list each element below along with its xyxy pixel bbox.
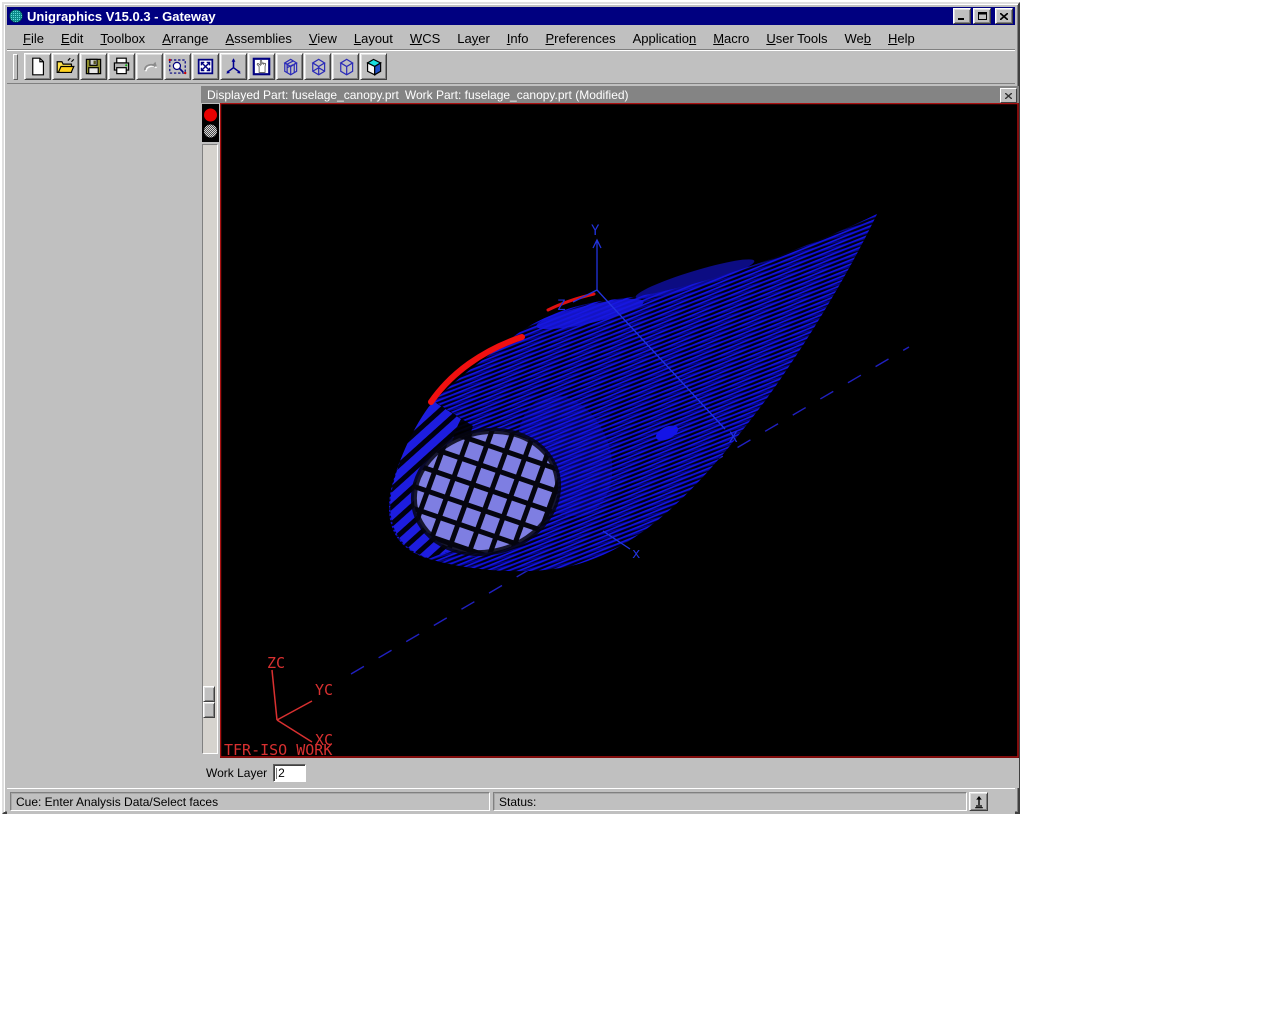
fit-view-icon bbox=[196, 57, 215, 76]
menu-item-toolbox[interactable]: Toolbox bbox=[100, 31, 145, 46]
csys-icon bbox=[224, 57, 243, 76]
interrupt-stoplight[interactable] bbox=[202, 104, 219, 142]
menu-bar: File Edit Toolbox Arrange Assemblies View Layo… bbox=[7, 27, 1015, 50]
work-layer-row: Work Layer 2 bbox=[201, 758, 1019, 788]
menu-item-macro[interactable]: Macro bbox=[713, 31, 749, 46]
graphics-window: Displayed Part: fuselage_canopy.prt Work… bbox=[201, 86, 1019, 788]
open-folder-button[interactable] bbox=[52, 53, 79, 80]
hidden-edges-view-button[interactable] bbox=[332, 53, 359, 80]
status-field: Status: bbox=[493, 792, 967, 811]
toolbar bbox=[7, 50, 1015, 84]
menu-item-info[interactable]: Info bbox=[507, 31, 529, 46]
csys-button[interactable] bbox=[220, 53, 247, 80]
stoplight-red-icon bbox=[204, 109, 217, 122]
cue-field: Cue: Enter Analysis Data/Select faces bbox=[10, 792, 490, 811]
viewport-vertical-scrollbar[interactable] bbox=[202, 144, 218, 754]
new-document-button[interactable] bbox=[24, 53, 51, 80]
shaded-view-button[interactable] bbox=[360, 53, 387, 80]
zoom-view-button[interactable] bbox=[164, 53, 191, 80]
viewport-canvas[interactable]: Y Z X x ZC YC bbox=[220, 103, 1019, 758]
wcs-label-zc: ZC bbox=[267, 654, 285, 672]
menu-item-file[interactable]: File bbox=[23, 31, 44, 46]
save-button[interactable] bbox=[80, 53, 107, 80]
text-caret bbox=[276, 768, 277, 779]
graphics-close-icon[interactable] bbox=[1000, 88, 1017, 103]
title-bar[interactable]: Unigraphics V15.0.3 - Gateway bbox=[7, 7, 1015, 25]
scrollbar-thumb[interactable] bbox=[203, 686, 215, 702]
save-icon bbox=[84, 57, 103, 76]
open-folder-icon bbox=[56, 57, 75, 76]
interrupt-button[interactable] bbox=[969, 792, 988, 811]
scrollbar-thumb[interactable] bbox=[203, 702, 215, 718]
work-layer-value: 2 bbox=[278, 766, 285, 780]
hidden-edges-view-icon bbox=[336, 57, 355, 76]
menu-item-wcs[interactable]: WCS bbox=[410, 31, 440, 46]
print-button[interactable] bbox=[108, 53, 135, 80]
graphics-window-header[interactable]: Displayed Part: fuselage_canopy.prt Work… bbox=[201, 86, 1019, 103]
displayed-part-label: Displayed Part: fuselage_canopy.prt bbox=[207, 88, 399, 102]
unigraphics-window: Unigraphics V15.0.3 - Gateway File Edit To… bbox=[2, 2, 1020, 814]
status-bar: Cue: Enter Analysis Data/Select faces St… bbox=[7, 788, 1015, 814]
axis-label-x: X bbox=[729, 430, 738, 446]
pan-view-button[interactable] bbox=[248, 53, 275, 80]
minimize-button[interactable] bbox=[953, 8, 971, 24]
menu-item-view[interactable]: View bbox=[309, 31, 337, 46]
wireframe-view-button[interactable] bbox=[304, 53, 331, 80]
menu-item-web[interactable]: Web bbox=[845, 31, 872, 46]
new-document-icon bbox=[28, 57, 47, 76]
zoom-view-icon bbox=[168, 57, 187, 76]
menu-item-user-tools[interactable]: User Tools bbox=[766, 31, 827, 46]
axis-label-y: Y bbox=[591, 223, 600, 239]
fit-view-button[interactable] bbox=[192, 53, 219, 80]
window-title: Unigraphics V15.0.3 - Gateway bbox=[27, 9, 216, 24]
menu-item-preferences[interactable]: Preferences bbox=[545, 31, 615, 46]
maximize-button[interactable] bbox=[973, 8, 991, 24]
work-layer-input[interactable]: 2 bbox=[273, 764, 306, 782]
work-layer-label: Work Layer bbox=[206, 766, 267, 780]
graphics-side-strip bbox=[201, 103, 220, 756]
interrupt-arrow-icon bbox=[973, 795, 985, 809]
cue-text: Cue: Enter Analysis Data/Select faces bbox=[16, 795, 218, 809]
undo-button bbox=[136, 53, 163, 80]
desktop: Unigraphics V15.0.3 - Gateway File Edit To… bbox=[0, 0, 1280, 1024]
menu-item-arrange[interactable]: Arrange bbox=[162, 31, 208, 46]
wireframe-view-icon bbox=[308, 57, 327, 76]
fuselage-canopy-model: Y Z X x ZC YC bbox=[220, 103, 1019, 758]
shaded-view-icon bbox=[364, 57, 383, 76]
menu-item-edit[interactable]: Edit bbox=[61, 31, 83, 46]
menu-item-assemblies[interactable]: Assemblies bbox=[225, 31, 291, 46]
menu-item-help[interactable]: Help bbox=[888, 31, 915, 46]
view-name-label: TFR-ISO WORK bbox=[224, 741, 332, 758]
print-icon bbox=[112, 57, 131, 76]
stoplight-gray-icon bbox=[204, 125, 217, 138]
axis-label-x2: x bbox=[632, 546, 640, 562]
status-text: Status: bbox=[499, 795, 536, 809]
menu-item-layout[interactable]: Layout bbox=[354, 31, 393, 46]
app-logo-icon bbox=[9, 9, 23, 23]
rotate-view-icon bbox=[280, 57, 299, 76]
undo-icon bbox=[140, 57, 159, 76]
close-button[interactable] bbox=[995, 8, 1013, 24]
menu-item-application[interactable]: Application bbox=[633, 31, 697, 46]
work-part-label: Work Part: fuselage_canopy.prt (Modified… bbox=[405, 88, 629, 102]
wcs-label-yc: YC bbox=[315, 681, 333, 699]
rotate-view-button[interactable] bbox=[276, 53, 303, 80]
content-area: Displayed Part: fuselage_canopy.prt Work… bbox=[7, 84, 1015, 788]
axis-label-z: Z bbox=[557, 298, 565, 314]
toolbar-grip[interactable] bbox=[13, 54, 18, 80]
pan-view-icon bbox=[252, 57, 271, 76]
menu-item-layer[interactable]: Layer bbox=[457, 31, 490, 46]
